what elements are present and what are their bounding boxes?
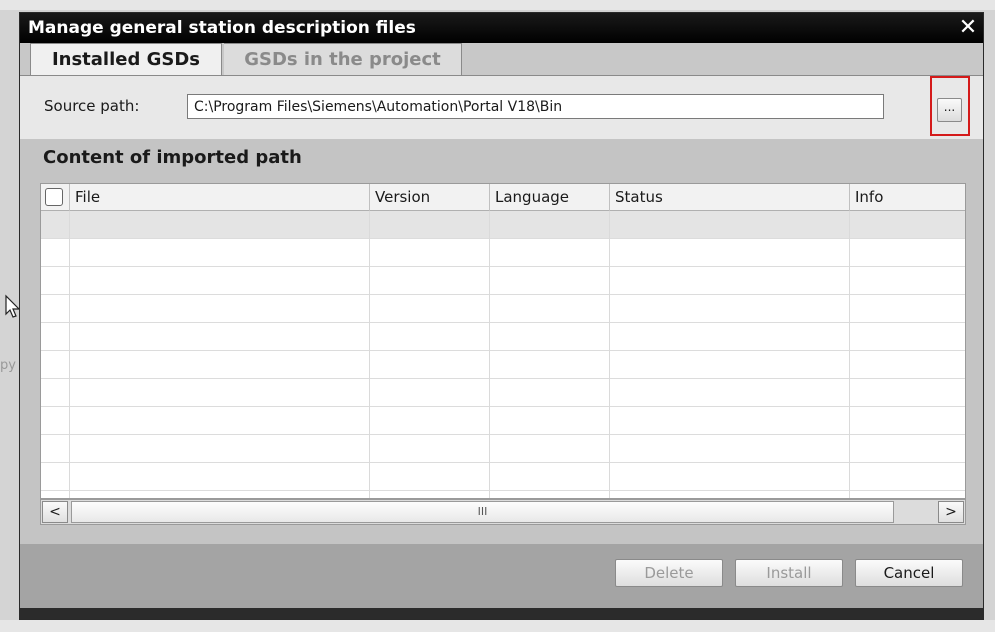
source-path-section: Source path: ... [20, 75, 983, 139]
title-bar: Manage general station description files… [20, 13, 983, 43]
table-row[interactable] [41, 463, 965, 491]
table-row[interactable] [41, 267, 965, 295]
gsd-dialog: Manage general station description files… [19, 12, 984, 620]
table-row[interactable] [41, 295, 965, 323]
gsd-table: File Version Language Status Info [40, 183, 966, 499]
select-all-checkbox[interactable] [45, 188, 63, 206]
table-row[interactable] [41, 379, 965, 407]
column-divider [849, 211, 850, 498]
browse-button[interactable]: ... [937, 98, 962, 122]
tab-bar: Installed GSDs GSDs in the project [20, 43, 983, 75]
tab-gsds-in-project[interactable]: GSDs in the project [224, 43, 462, 75]
column-divider [489, 211, 490, 498]
column-header-status[interactable]: Status [610, 184, 850, 211]
content-section: Content of imported path File Version La… [20, 139, 983, 544]
close-button[interactable]: ✕ [953, 15, 983, 41]
column-divider [69, 211, 70, 498]
chevron-right-icon: > [945, 504, 957, 520]
header-checkbox-cell [41, 184, 70, 211]
scrollbar-thumb[interactable]: III [71, 501, 894, 523]
background-band [0, 0, 995, 10]
column-header-language[interactable]: Language [490, 184, 610, 211]
table-row[interactable] [41, 435, 965, 463]
table-row[interactable] [41, 407, 965, 435]
table-header: File Version Language Status Info [41, 184, 965, 211]
horizontal-scrollbar[interactable]: < III > [40, 499, 966, 525]
close-icon: ✕ [958, 15, 978, 40]
chevron-left-icon: < [49, 504, 61, 520]
column-header-file[interactable]: File [70, 184, 370, 211]
scroll-right-button[interactable]: > [938, 501, 964, 523]
button-bar: Delete Install Cancel [20, 544, 983, 608]
delete-button[interactable]: Delete [615, 559, 723, 587]
content-title: Content of imported path [43, 147, 302, 168]
cancel-button[interactable]: Cancel [855, 559, 963, 587]
scroll-left-button[interactable]: < [42, 501, 68, 523]
background-text: py [0, 358, 16, 373]
column-divider [609, 211, 610, 498]
source-path-label: Source path: [44, 97, 140, 115]
table-row[interactable] [41, 351, 965, 379]
table-row[interactable] [41, 239, 965, 267]
dialog-bottom-edge [20, 608, 983, 619]
table-row[interactable] [41, 211, 965, 239]
dialog-title: Manage general station description files [28, 18, 416, 38]
tab-installed-gsds[interactable]: Installed GSDs [30, 43, 222, 75]
source-path-input[interactable] [187, 94, 884, 119]
install-button[interactable]: Install [735, 559, 843, 587]
column-header-info[interactable]: Info [850, 184, 965, 211]
column-header-version[interactable]: Version [370, 184, 490, 211]
column-divider [369, 211, 370, 498]
table-row[interactable] [41, 323, 965, 351]
background-band [0, 620, 995, 632]
